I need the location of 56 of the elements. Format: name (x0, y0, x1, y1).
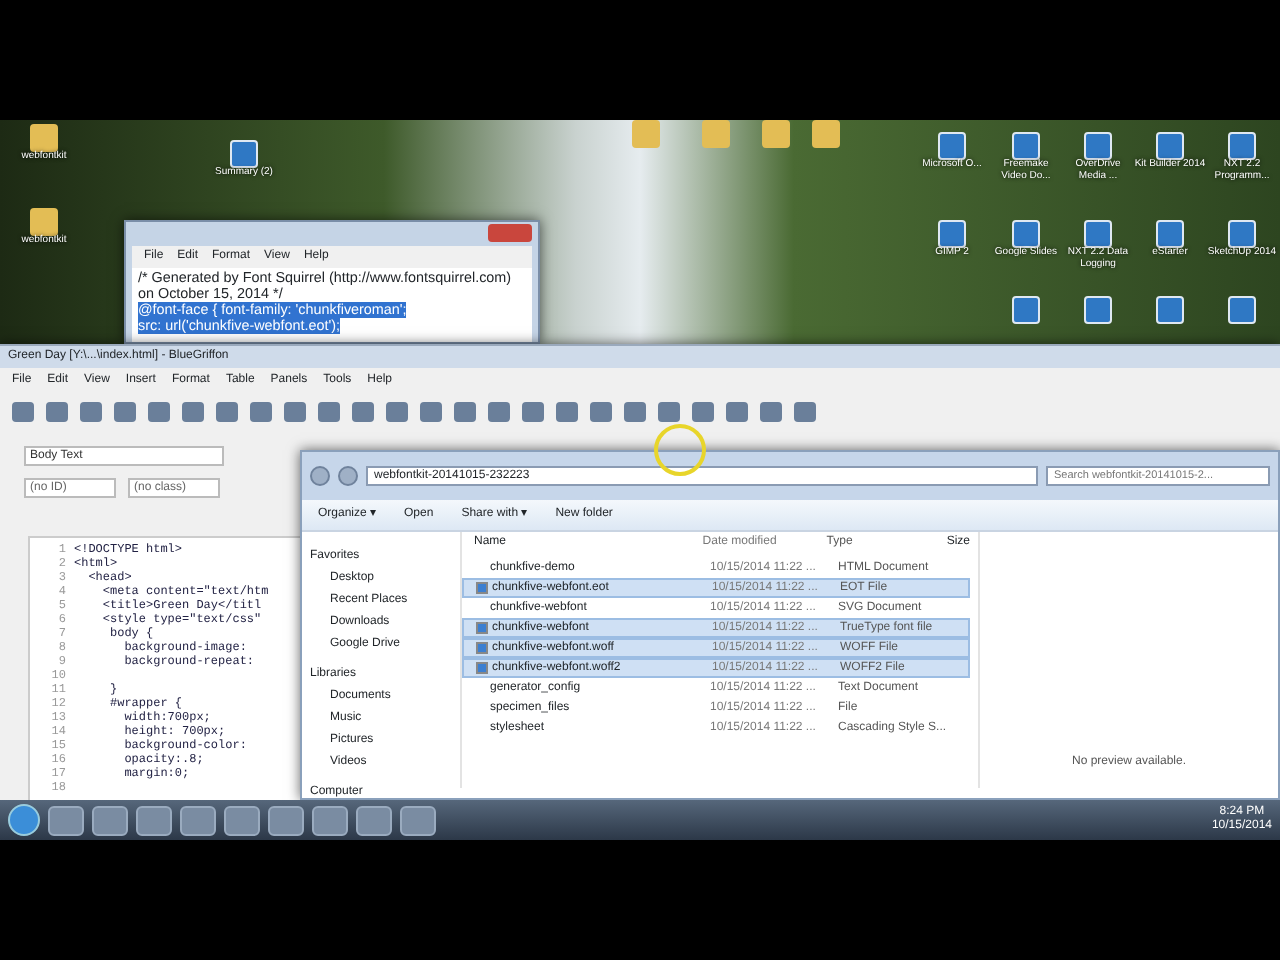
toolbar-icon[interactable] (454, 401, 476, 421)
taskbar-app-icon[interactable] (356, 805, 392, 835)
toolbar-icon[interactable] (352, 401, 374, 421)
toolbar-icon[interactable] (250, 401, 272, 421)
toolbar-icon[interactable] (590, 401, 612, 421)
taskbar-app-icon[interactable] (312, 805, 348, 835)
toolbar-icon[interactable] (12, 401, 34, 421)
app-icon[interactable] (1084, 220, 1112, 248)
toolbar-icon[interactable] (794, 401, 816, 421)
taskbar-app-icon[interactable] (268, 805, 304, 835)
app-icon[interactable] (938, 132, 966, 160)
toolbar-icon[interactable] (522, 401, 544, 421)
app-icon[interactable] (230, 140, 258, 168)
toolbar-icon[interactable] (658, 401, 680, 421)
toolbar-icon[interactable] (182, 401, 204, 421)
app-icon[interactable] (1084, 132, 1112, 160)
back-button[interactable] (310, 466, 330, 486)
toolbar-icon[interactable] (216, 401, 238, 421)
taskbar-app-icon[interactable] (400, 805, 436, 835)
toolbar-icon[interactable] (284, 401, 306, 421)
toolbar-icon[interactable] (726, 401, 748, 421)
toolbar-icon[interactable] (488, 401, 510, 421)
taskbar-app-icon[interactable] (224, 805, 260, 835)
toolbar-icon[interactable] (114, 401, 136, 421)
app-icon[interactable] (1228, 220, 1256, 248)
toolbar-icon[interactable] (760, 401, 782, 421)
cursor-highlight-icon (654, 424, 706, 476)
app-icon[interactable] (1156, 220, 1184, 248)
checkbox[interactable] (476, 662, 488, 674)
app-icon[interactable] (1228, 132, 1256, 160)
checkbox[interactable] (476, 582, 488, 594)
app-icon[interactable] (1228, 296, 1256, 324)
toolbar-icon[interactable] (692, 401, 714, 421)
toolbar-icon[interactable] (386, 401, 408, 421)
toolbar-icon[interactable] (420, 401, 442, 421)
taskbar-app-icon[interactable] (92, 805, 128, 835)
start-button[interactable] (8, 804, 40, 836)
app-icon[interactable] (1012, 132, 1040, 160)
app-icon[interactable] (1156, 132, 1184, 160)
toolbar-icon[interactable] (556, 401, 578, 421)
checkbox[interactable] (476, 622, 488, 634)
taskbar-app-icon[interactable] (180, 805, 216, 835)
toolbar-icon[interactable] (80, 401, 102, 421)
app-icon[interactable] (1156, 296, 1184, 324)
app-icon[interactable] (1084, 296, 1112, 324)
toolbar-icon[interactable] (318, 401, 340, 421)
toolbar-icon[interactable] (46, 401, 68, 421)
forward-button[interactable] (338, 466, 358, 486)
app-icon[interactable] (938, 220, 966, 248)
app-icon[interactable] (1012, 220, 1040, 248)
taskbar-app-icon[interactable] (136, 805, 172, 835)
app-icon[interactable] (1012, 296, 1040, 324)
taskbar-app-icon[interactable] (48, 805, 84, 835)
toolbar-icon[interactable] (148, 401, 170, 421)
toolbar-icon[interactable] (624, 401, 646, 421)
checkbox[interactable] (476, 642, 488, 654)
